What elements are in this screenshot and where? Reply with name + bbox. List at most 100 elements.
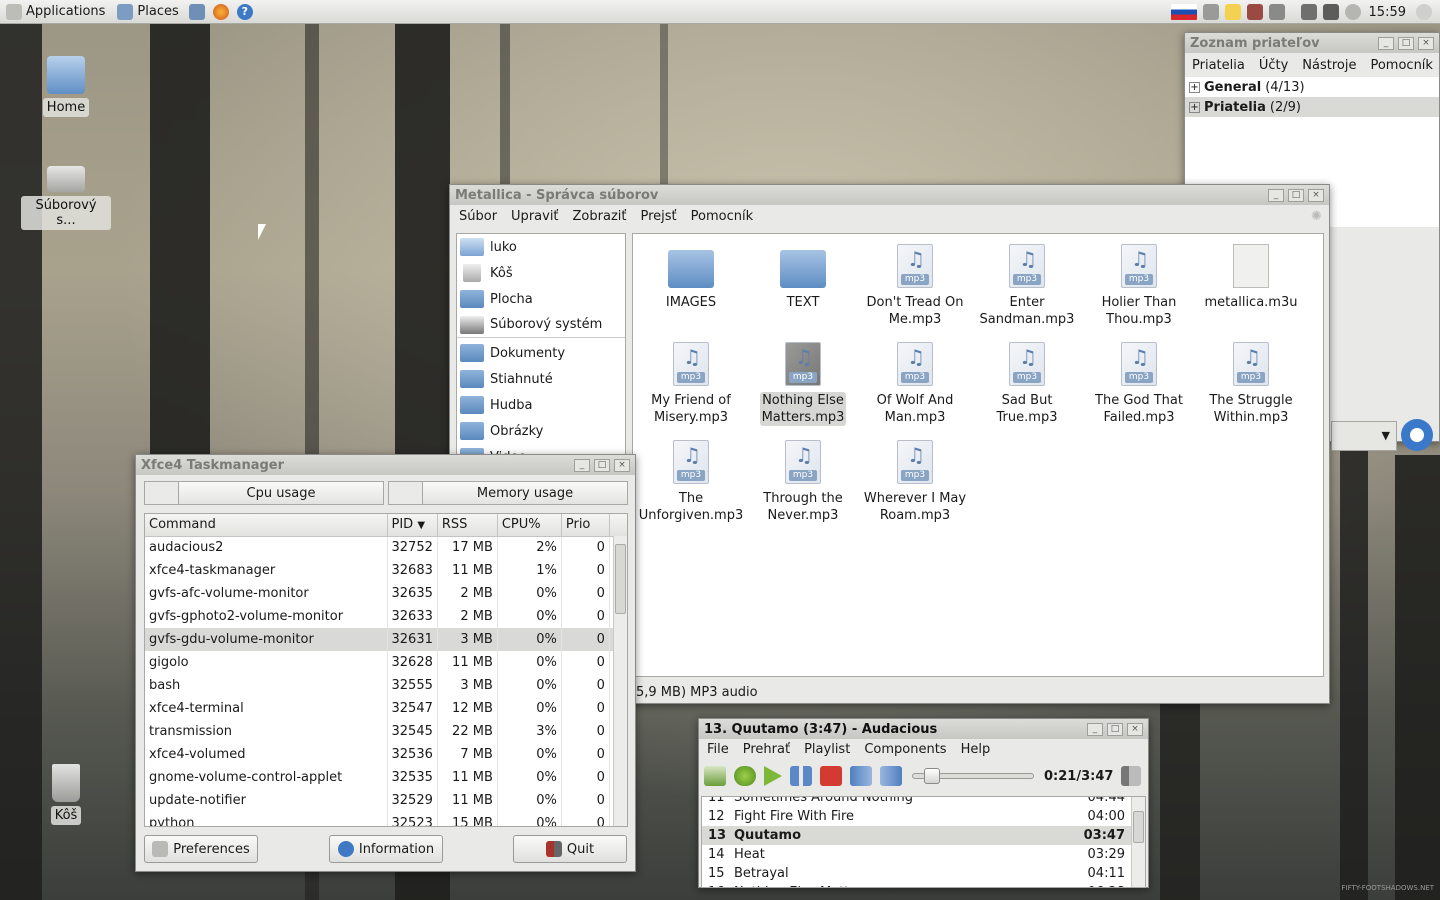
bookmark-dokumenty[interactable]: Dokumenty — [457, 340, 625, 366]
process-row[interactable]: gigolo 32628 11 MB 0% 0 — [145, 651, 627, 674]
col-command[interactable]: Command — [145, 514, 388, 537]
previous-icon[interactable] — [850, 766, 872, 786]
file-item[interactable]: ♫ mp3 Sad But True.mp3 — [971, 342, 1083, 426]
process-row[interactable]: gvfs-afc-volume-monitor 32635 2 MB 0% 0 — [145, 582, 627, 605]
file-item[interactable]: ♫ mp3 Wherever I May Roam.mp3 — [859, 440, 971, 524]
bookmark-obrazky[interactable]: Obrázky — [457, 418, 625, 444]
file-item[interactable]: ♫ mp3 Holier Than Thou.mp3 — [1083, 244, 1195, 328]
close-button[interactable]: × — [614, 458, 630, 472]
scroll-thumb[interactable] — [615, 544, 626, 614]
menu-prehrat[interactable]: Prehrať — [736, 742, 797, 757]
file-item[interactable]: ♫ mp3 Nothing Else Matters.mp3 — [747, 342, 859, 426]
seek-bar[interactable] — [912, 768, 1034, 784]
desktop-home[interactable]: Home — [21, 56, 111, 117]
stop-icon[interactable] — [820, 766, 842, 786]
menu-ucty[interactable]: Účty — [1252, 58, 1295, 73]
places-menu[interactable]: Places — [111, 0, 184, 24]
pidgin-icon[interactable] — [1401, 419, 1433, 451]
menu-zobrazit[interactable]: Zobraziť — [566, 209, 634, 224]
buddy-titlebar[interactable]: Zoznam priateľov _ □ × — [1185, 33, 1439, 53]
playlist-scrollbar[interactable] — [1131, 797, 1145, 887]
information-button[interactable]: Information — [329, 835, 443, 863]
playlist-row[interactable]: 16Nothing Else Matters06:28 — [702, 883, 1131, 887]
open-icon[interactable] — [704, 766, 726, 786]
desktop-trash[interactable]: Kôš — [21, 764, 111, 825]
maximize-button[interactable]: □ — [1107, 722, 1123, 736]
preferences-button[interactable]: Preferences — [144, 835, 258, 863]
minimize-button[interactable]: _ — [574, 458, 590, 472]
volume-icon[interactable] — [1121, 766, 1142, 786]
process-scrollbar[interactable] — [613, 536, 627, 826]
file-item[interactable]: ♫ mp3 Enter Sandman.mp3 — [971, 244, 1083, 328]
tm-titlebar[interactable]: Xfce4 Taskmanager _ □ × — [136, 455, 635, 475]
screenshot-icon[interactable] — [1300, 4, 1317, 20]
process-row[interactable]: python 32523 15 MB 0% 0 — [145, 812, 627, 826]
maximize-button[interactable]: □ — [1398, 36, 1414, 50]
menu-pomocnik[interactable]: Pomocník — [1363, 58, 1439, 73]
network-icon[interactable] — [1202, 4, 1219, 20]
menu-upravit[interactable]: Upraviť — [504, 209, 565, 224]
pause-icon[interactable] — [790, 766, 812, 786]
status-selector[interactable]: ▼ — [1331, 421, 1397, 451]
menu-subor[interactable]: Súbor — [452, 209, 504, 224]
add-icon[interactable] — [734, 766, 756, 786]
file-item[interactable]: metallica.m3u — [1195, 244, 1307, 311]
next-icon[interactable] — [880, 766, 902, 786]
playlist-row[interactable]: 11 Sometimes Around Nothing 04:44 — [702, 797, 1131, 807]
playlist-row[interactable]: 14 Heat 03:29 — [702, 845, 1131, 864]
process-row[interactable]: bash 32555 3 MB 0% 0 — [145, 674, 627, 697]
process-row[interactable]: audacious2 32752 17 MB 2% 0 — [145, 536, 627, 559]
file-item[interactable]: ♫ mp3 The God That Failed.mp3 — [1083, 342, 1195, 426]
help-icon[interactable]: ? — [236, 3, 253, 20]
col-cpu[interactable]: CPU% — [497, 514, 562, 537]
desktop-filesystem[interactable]: Súborový s... — [21, 160, 111, 230]
bookmark-stiahnute[interactable]: Stiahnuté — [457, 366, 625, 392]
seek-thumb[interactable] — [923, 768, 940, 784]
notes-icon[interactable] — [1224, 4, 1241, 20]
menu-nastroje[interactable]: Nástroje — [1295, 58, 1363, 73]
file-item[interactable]: ♫ mp3 Through the Never.mp3 — [747, 440, 859, 524]
applications-menu[interactable]: Applications — [0, 0, 111, 24]
minimize-button[interactable]: _ — [1268, 188, 1284, 202]
file-item[interactable]: ♫ mp3 The Struggle Within.mp3 — [1195, 342, 1307, 426]
bookmark-hudba[interactable]: Hudba — [457, 392, 625, 418]
firefox-icon[interactable] — [212, 3, 229, 20]
process-row[interactable]: gvfs-gdu-volume-monitor 32631 3 MB 0% 0 — [145, 628, 627, 651]
process-row[interactable]: transmission 32545 22 MB 3% 0 — [145, 720, 627, 743]
minimize-button[interactable]: _ — [1087, 722, 1103, 736]
process-row[interactable]: xfce4-taskmanager 32683 11 MB 1% 0 — [145, 559, 627, 582]
col-pid[interactable]: PID ▼ — [387, 514, 438, 537]
audacious-titlebar[interactable]: 13. Quutamo (3:47) - Audacious _ □ × — [699, 719, 1148, 739]
show-desktop-icon[interactable] — [188, 3, 205, 20]
playlist-scroll-thumb[interactable] — [1133, 811, 1144, 843]
volume-icon[interactable] — [1268, 4, 1285, 20]
process-row[interactable]: gnome-volume-control-applet 32535 11 MB 0% 0 — [145, 766, 627, 789]
expander-icon[interactable]: + — [1189, 81, 1200, 93]
col-rss[interactable]: RSS — [437, 514, 498, 537]
transmission-icon[interactable] — [1246, 4, 1263, 20]
clock[interactable]: 15:59 — [1369, 5, 1406, 20]
playlist-row[interactable]: 12 Fight Fire With Fire 04:00 — [702, 807, 1131, 826]
close-button[interactable]: × — [1308, 188, 1324, 202]
file-item[interactable]: ♫ mp3 Of Wolf And Man.mp3 — [859, 342, 971, 426]
playlist-row[interactable]: 13 Quutamo 03:47 — [702, 826, 1131, 845]
menu-priatelia[interactable]: Priatelia — [1185, 58, 1252, 73]
process-row[interactable]: update-notifier 32529 11 MB 0% 0 — [145, 789, 627, 812]
file-item[interactable]: ♫ mp3 The Unforgiven.mp3 — [635, 440, 747, 524]
menu-pomocnik[interactable]: Pomocník — [684, 209, 760, 224]
maximize-button[interactable]: □ — [594, 458, 610, 472]
quit-button[interactable]: Quit — [513, 835, 627, 863]
file-item[interactable]: IMAGES — [635, 244, 747, 311]
workspace-switcher-icon[interactable] — [1322, 4, 1339, 20]
settings-icon[interactable] — [1344, 4, 1361, 20]
close-button[interactable]: × — [1127, 722, 1143, 736]
playlist-row[interactable]: 15 Betrayal 04:11 — [702, 864, 1131, 883]
slovak-flag-icon[interactable] — [1170, 4, 1197, 20]
process-row[interactable]: gvfs-gphoto2-volume-monitor 32633 2 MB 0% 0 — [145, 605, 627, 628]
maximize-button[interactable]: □ — [1288, 188, 1304, 202]
menu-components[interactable]: Components — [857, 742, 953, 757]
menu-file[interactable]: File — [700, 742, 736, 757]
menu-prejst[interactable]: Prejsť — [634, 209, 684, 224]
process-row[interactable]: xfce4-terminal 32547 12 MB 0% 0 — [145, 697, 627, 720]
menu-help[interactable]: Help — [954, 742, 998, 757]
